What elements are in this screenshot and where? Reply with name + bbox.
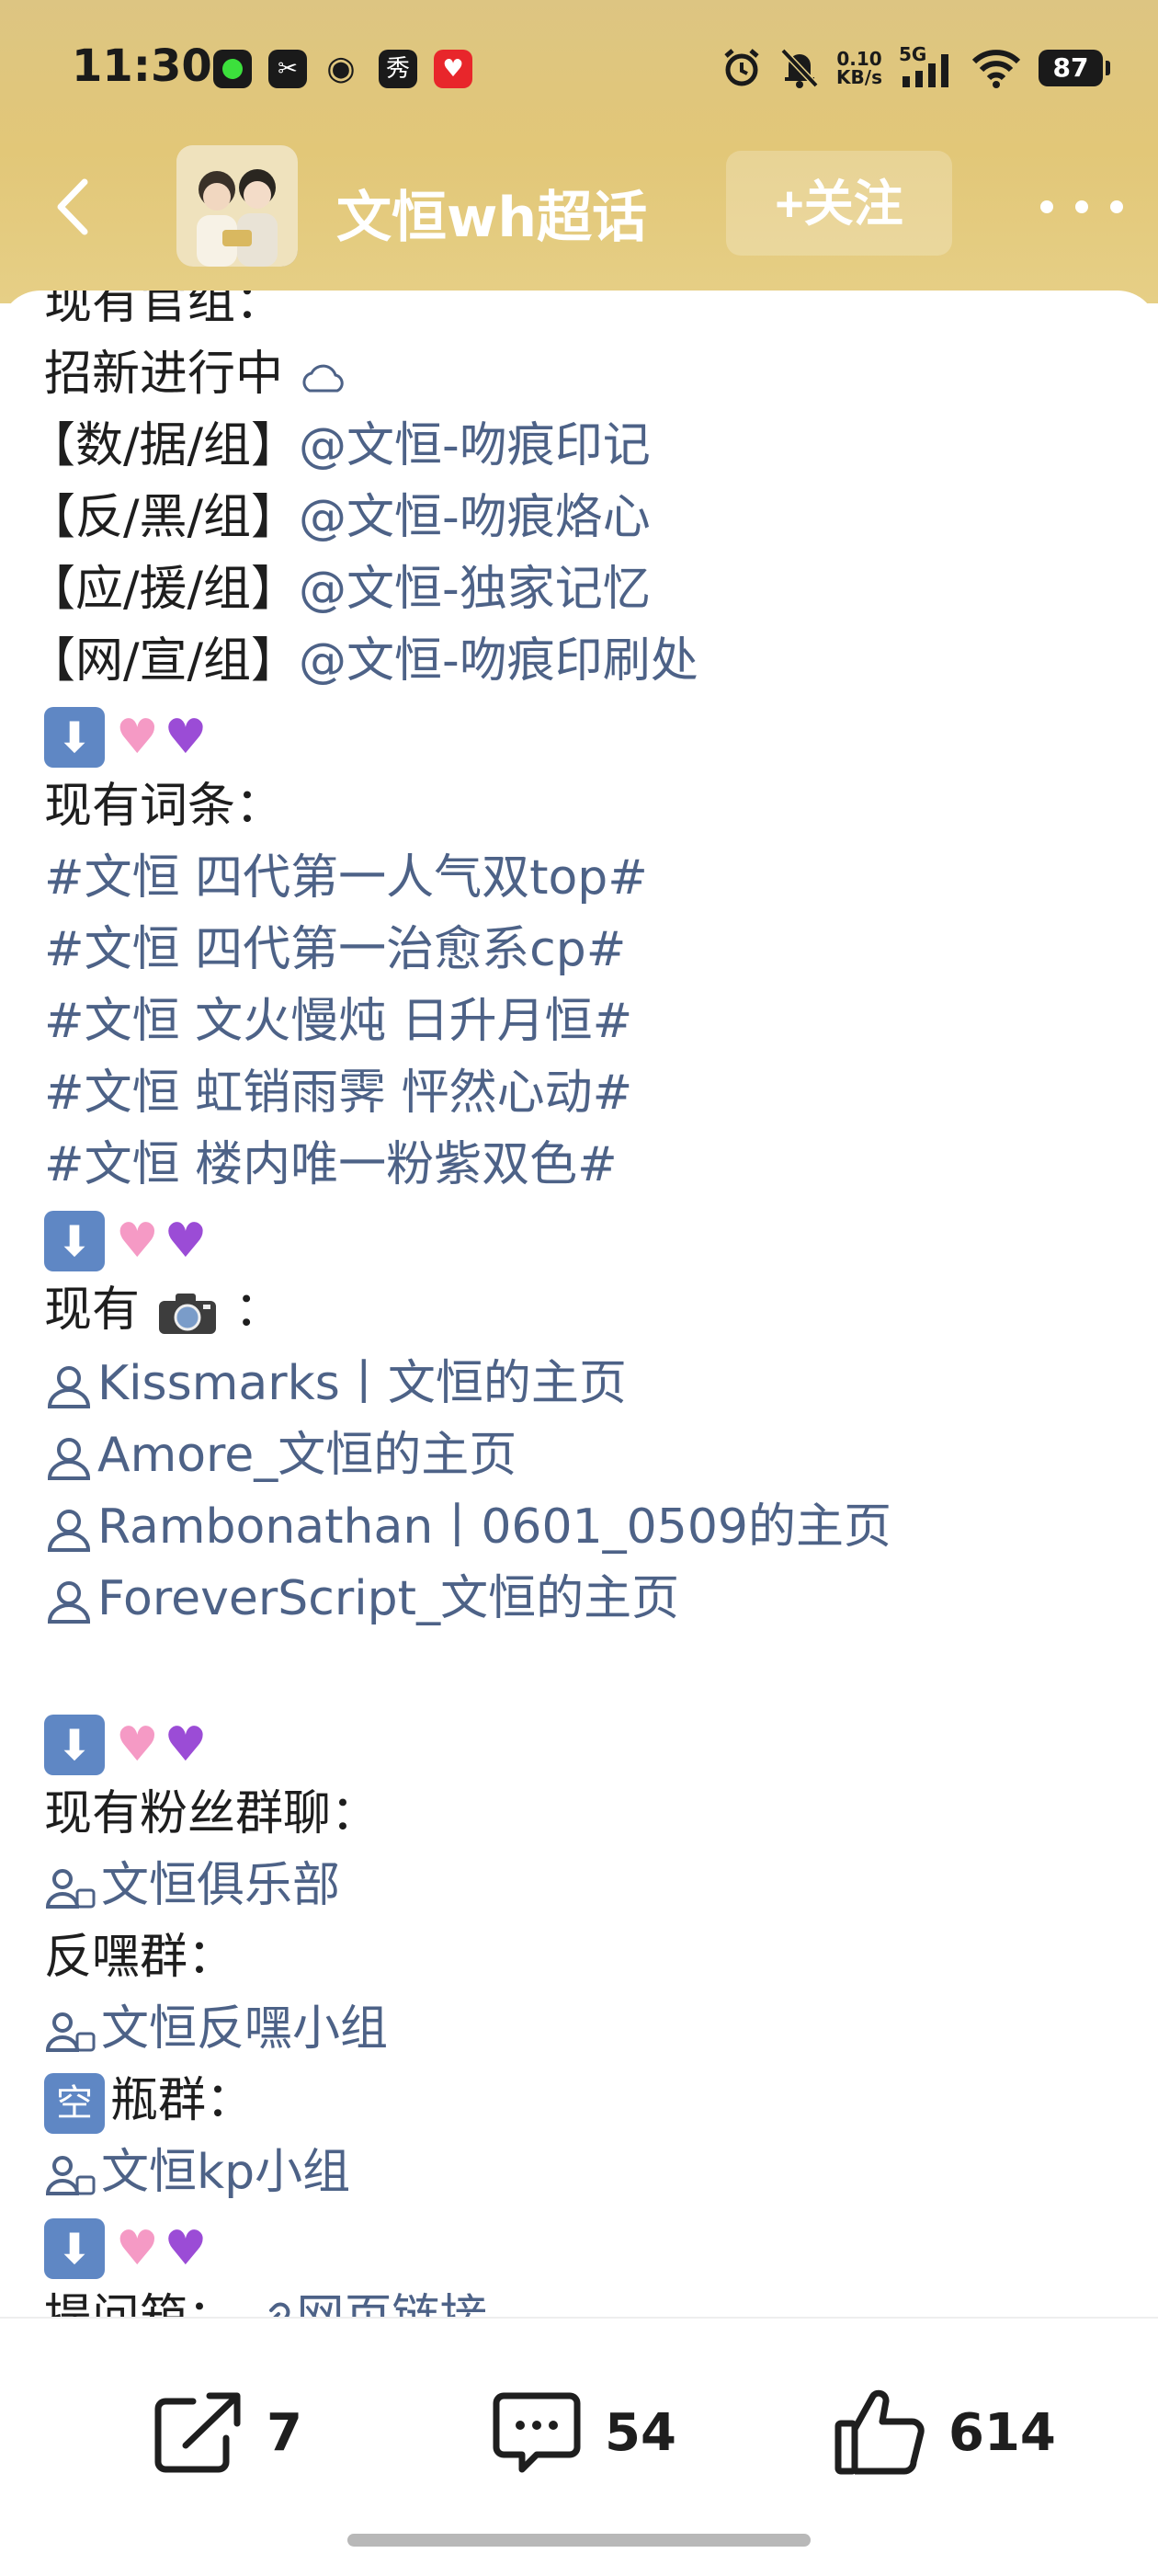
photographers-heading: 现有 ： xyxy=(44,1282,283,1338)
mention-link[interactable]: @文恒-吻痕印刷处 xyxy=(299,633,698,689)
down-arrow-icon: ⬇ xyxy=(44,707,105,768)
follow-button[interactable]: +关注 xyxy=(726,151,952,256)
net-speed: 0.10 KB/s xyxy=(836,48,882,88)
purple-heart-icon: ♥ xyxy=(164,1214,208,1269)
group-chat-icon xyxy=(45,2156,96,2195)
status-bar: 11:30 ✂ ◉ 秀 ♥ 0.10 KB/s 5G 87 xyxy=(0,0,1158,138)
group-line-support: 【应/援/组】@文恒-独家记忆 xyxy=(28,562,651,617)
signal-5g: 5G xyxy=(899,43,954,89)
more-dot xyxy=(1075,200,1088,213)
status-right-group: 0.10 KB/s 5G 87 xyxy=(721,40,1110,96)
user-icon xyxy=(47,1438,91,1480)
emoji-divider: ⬇ ♥ ♥ xyxy=(0,2210,207,2282)
down-arrow-icon: ⬇ xyxy=(44,1211,105,1271)
mute-bell-icon xyxy=(780,48,819,88)
fan-groups-heading: 现有粉丝群聊： xyxy=(44,1786,380,1841)
user-icon xyxy=(47,1581,91,1624)
group-line-data: 【数/据/组】@文恒-吻痕印记 xyxy=(28,418,651,473)
comment-button[interactable]: 54 xyxy=(489,2377,676,2488)
photographer-link[interactable]: Rambonathan丨0601_0509的主页 xyxy=(0,1491,891,1563)
comment-icon xyxy=(493,2392,581,2473)
back-arrow-icon xyxy=(57,178,88,235)
weibo-icon: ◉ xyxy=(326,50,356,87)
recruiting-line: 招新进行中 xyxy=(0,338,348,410)
fan-group-link[interactable]: 文恒俱乐部 xyxy=(0,1850,340,1921)
hashtag-link[interactable]: #文恒 四代第一治愈系cp# xyxy=(0,914,626,986)
supertopic-avatar[interactable] xyxy=(176,145,298,267)
purple-heart-icon: ♥ xyxy=(164,710,208,765)
emoji-divider: ⬇ ♥ ♥ xyxy=(0,1203,207,1274)
bottle-group-heading: 空瓶群： xyxy=(0,2065,254,2137)
bottle-group-link[interactable]: 文恒kp小组 xyxy=(0,2137,350,2208)
group-chat-icon xyxy=(45,2012,96,2052)
pink-heart-icon: ♥ xyxy=(116,1214,159,1269)
web-link[interactable]: 网页链接 xyxy=(251,2290,488,2317)
wifi-icon xyxy=(971,50,1021,88)
back-button[interactable] xyxy=(46,175,101,239)
purple-heart-icon: ♥ xyxy=(164,2221,208,2276)
mention-link[interactable]: @文恒-独家记忆 xyxy=(299,562,651,617)
emoji-divider: ⬇ ♥ ♥ xyxy=(0,699,207,770)
pink-heart-icon: ♥ xyxy=(116,710,159,765)
group-line-promo: 【网/宣/组】@文恒-吻痕印刷处 xyxy=(28,633,698,689)
group-chat-icon xyxy=(45,1869,96,1909)
tags-heading: 现有词条： xyxy=(44,779,284,834)
hashtag-link[interactable]: #文恒 楼内唯一粉紫双色# xyxy=(0,1129,618,1201)
group-line-anti: 【反/黑/组】@文恒-吻痕烙心 xyxy=(28,490,651,545)
heart-app-icon: ♥ xyxy=(434,50,472,88)
share-count: 7 xyxy=(267,2402,302,2463)
avatar-image xyxy=(176,145,298,267)
status-time: 11:30 xyxy=(72,40,212,92)
hashtag-link[interactable]: #文恒 文火慢炖 日升月恒# xyxy=(0,986,632,1057)
link-icon xyxy=(268,2302,290,2317)
share-button[interactable]: 7 xyxy=(151,2377,302,2488)
mention-link[interactable]: @文恒-吻痕烙心 xyxy=(299,490,651,545)
capcut-icon: ✂ xyxy=(268,50,307,88)
more-options-button[interactable] xyxy=(1040,193,1123,221)
like-count: 614 xyxy=(948,2402,1056,2463)
down-arrow-icon: ⬇ xyxy=(44,1715,105,1775)
purple-heart-icon: ♥ xyxy=(164,1717,208,1772)
kong-keycap: 空 xyxy=(44,2073,105,2134)
thumbs-up-icon xyxy=(834,2389,925,2475)
photographer-link[interactable]: Amore_文恒的主页 xyxy=(0,1419,517,1491)
user-icon xyxy=(47,1510,91,1552)
supertopic-title: 文恒wh超话 xyxy=(336,186,648,250)
anti-group-link[interactable]: 文恒反嘿小组 xyxy=(0,1993,388,2065)
photographer-link[interactable]: ForeverScript_文恒的主页 xyxy=(0,1563,679,1635)
emoji-divider: ⬇ ♥ ♥ xyxy=(0,1706,207,1778)
more-dot xyxy=(1040,200,1053,213)
pink-heart-icon: ♥ xyxy=(116,1717,159,1772)
share-icon xyxy=(154,2392,241,2473)
more-dot xyxy=(1110,200,1123,213)
post-content-card[interactable]: 现有官组： 招新进行中 【数/据/组】@文恒-吻痕印记 【反/黑/组】@文恒-吻… xyxy=(0,291,1158,2317)
user-icon xyxy=(47,1366,91,1408)
hashtag-link[interactable]: #文恒 虹销雨霁 怦然心动# xyxy=(0,1057,632,1129)
top-nav-bar: 文恒wh超话 +关注 xyxy=(0,138,1158,276)
like-button[interactable]: 614 xyxy=(833,2377,1056,2488)
question-box-line: 提问箱： 网页链接 xyxy=(0,2282,488,2317)
photographer-link[interactable]: Kissmarks丨文恒的主页 xyxy=(0,1348,627,1419)
pink-heart-icon: ♥ xyxy=(116,2221,159,2276)
home-indicator[interactable] xyxy=(347,2534,811,2547)
hashtag-link[interactable]: #文恒 四代第一人气双top# xyxy=(0,842,648,914)
comment-count: 54 xyxy=(605,2402,676,2463)
official-groups-heading: 现有官组： xyxy=(44,291,284,330)
green-dot-app-icon xyxy=(213,50,252,88)
cloud-icon xyxy=(302,364,344,393)
anti-group-heading: 反嘿群： xyxy=(44,1930,236,1985)
alarm-icon xyxy=(724,49,759,86)
mention-link[interactable]: @文恒-吻痕印记 xyxy=(299,418,651,473)
down-arrow-icon: ⬇ xyxy=(44,2218,105,2279)
xiu-app-icon: 秀 xyxy=(379,50,417,88)
camera-icon xyxy=(158,1294,216,1334)
battery-indicator: 87 xyxy=(1039,50,1110,86)
